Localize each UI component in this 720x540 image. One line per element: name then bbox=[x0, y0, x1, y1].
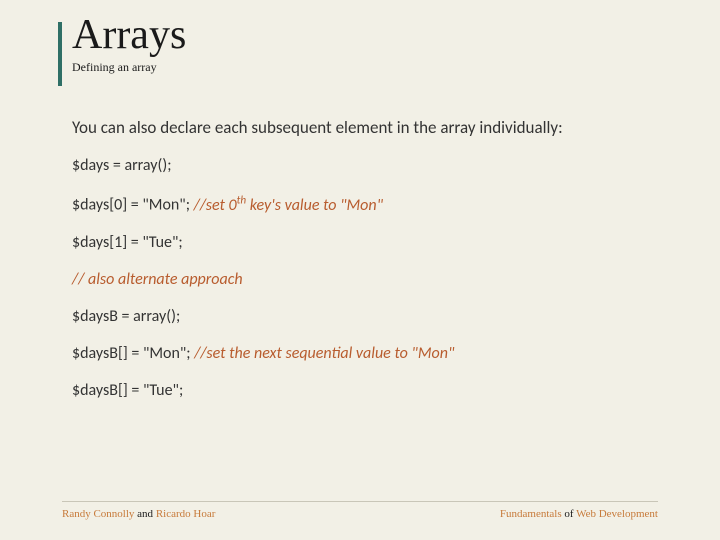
slide-subtitle: Defining an array bbox=[72, 60, 658, 75]
code-text: $days[0] = "Mon"; bbox=[72, 196, 194, 215]
comment-part: key's value to "Mon" bbox=[246, 196, 383, 215]
footer-joiner: of bbox=[562, 508, 576, 520]
code-line-6: $daysB[] = "Mon"; //set the next sequent… bbox=[72, 344, 658, 363]
code-line-7: $daysB[] = "Tue"; bbox=[72, 381, 658, 400]
code-line-5: $daysB = array(); bbox=[72, 307, 658, 326]
footer-right: Fundamentals of Web Development bbox=[500, 508, 658, 520]
code-comment: //set 0th key's value to "Mon" bbox=[194, 196, 383, 215]
slide: Arrays Defining an array You can also de… bbox=[0, 0, 720, 540]
code-comment: //set the next sequential value to "Mon" bbox=[194, 344, 454, 363]
code-comment: // also alternate approach bbox=[72, 270, 243, 289]
comment-superscript: th bbox=[237, 193, 247, 207]
footer-joiner: and bbox=[134, 508, 155, 520]
comment-part: //set 0 bbox=[194, 196, 237, 215]
code-line-2: $days[0] = "Mon"; //set 0th key's value … bbox=[72, 193, 658, 214]
intro-text: You can also declare each subsequent ele… bbox=[72, 117, 658, 138]
slide-title: Arrays bbox=[72, 14, 658, 56]
author-2: Ricardo Hoar bbox=[156, 508, 216, 520]
book-word-2: Web Development bbox=[576, 508, 658, 520]
code-line-3: $days[1] = "Tue"; bbox=[72, 233, 658, 252]
code-line-1: $days = array(); bbox=[72, 156, 658, 175]
accent-bar bbox=[58, 22, 62, 86]
code-text: $daysB[] = "Mon"; bbox=[72, 344, 194, 363]
footer-left: Randy Connolly and Ricardo Hoar bbox=[62, 508, 215, 520]
author-1: Randy Connolly bbox=[62, 508, 134, 520]
footer: Randy Connolly and Ricardo Hoar Fundamen… bbox=[62, 501, 658, 520]
code-line-4: // also alternate approach bbox=[72, 270, 658, 289]
book-word-1: Fundamentals bbox=[500, 508, 562, 520]
